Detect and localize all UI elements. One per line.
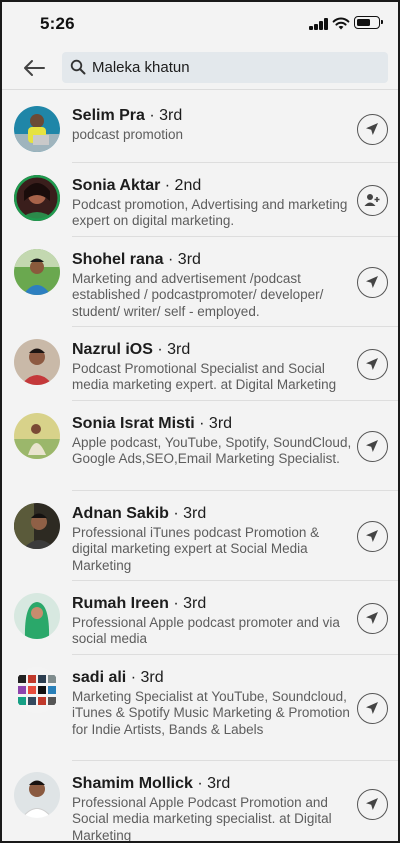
message-button[interactable]: [357, 603, 388, 634]
connection-degree: · 2nd: [160, 177, 202, 194]
send-icon: [366, 276, 378, 288]
message-button[interactable]: [357, 431, 388, 462]
connection-degree: · 3rd: [192, 775, 231, 792]
result-item[interactable]: Selim Pra · 3rd podcast promotion: [2, 91, 398, 163]
connection-degree: · 3rd: [126, 669, 164, 686]
person-name[interactable]: Sonia Aktar: [72, 177, 160, 194]
avatar[interactable]: [14, 339, 60, 385]
person-headline: Podcast Promotional Specialist and Socia…: [72, 361, 337, 393]
search-input[interactable]: [92, 52, 382, 83]
person-name[interactable]: Nazrul iOS: [72, 341, 153, 358]
person-headline: Professional Apple Podcast Promotion and…: [72, 795, 332, 843]
result-item[interactable]: Sonia Aktar · 2nd Podcast promotion, Adv…: [2, 163, 398, 237]
send-icon: [366, 358, 378, 370]
person-headline: Professional Apple podcast promoter and …: [72, 615, 340, 647]
back-arrow-icon[interactable]: [20, 54, 48, 82]
person-headline: podcast promotion: [72, 127, 184, 142]
person-name[interactable]: Shamim Mollick: [72, 775, 193, 792]
result-item[interactable]: sadi ali · 3rd Marketing Specialist at Y…: [2, 655, 398, 761]
connection-degree: · 3rd: [168, 595, 207, 612]
person-headline: Podcast promotion, Advertising and marke…: [72, 197, 348, 229]
status-time: 5:26: [40, 14, 75, 33]
send-icon: [366, 440, 378, 452]
search-icon: [70, 59, 86, 75]
connection-degree: · 3rd: [144, 107, 183, 124]
message-button[interactable]: [357, 349, 388, 380]
send-icon: [366, 612, 378, 624]
avatar[interactable]: [14, 106, 60, 152]
avatar[interactable]: [14, 772, 60, 818]
person-name[interactable]: Shohel rana: [72, 251, 164, 268]
message-button[interactable]: [357, 693, 388, 724]
result-item[interactable]: Sonia Israt Misti · 3rd Apple podcast, Y…: [2, 401, 398, 491]
send-icon: [366, 798, 378, 810]
avatar[interactable]: [14, 249, 60, 295]
send-icon: [366, 702, 378, 714]
message-button[interactable]: [357, 267, 388, 298]
status-bar: 5:26: [2, 2, 398, 46]
message-button[interactable]: [357, 789, 388, 820]
connect-button[interactable]: [357, 185, 388, 216]
result-item[interactable]: Shamim Mollick · 3rd Professional Apple …: [2, 761, 398, 843]
person-name[interactable]: Adnan Sakib: [72, 505, 169, 522]
wifi-icon: [332, 17, 350, 30]
person-headline: Marketing and advertisement /podcast est…: [72, 271, 324, 319]
result-item[interactable]: Nazrul iOS · 3rd Podcast Promotional Spe…: [2, 327, 398, 401]
person-headline: Apple podcast, YouTube, Spotify, SoundCl…: [72, 435, 352, 467]
search-header: [2, 46, 398, 90]
avatar[interactable]: [14, 175, 60, 221]
avatar[interactable]: [14, 667, 60, 713]
battery-icon: [354, 16, 383, 29]
send-icon: [366, 530, 378, 542]
message-button[interactable]: [357, 521, 388, 552]
connection-degree: · 3rd: [152, 341, 191, 358]
result-item[interactable]: Shohel rana · 3rd Marketing and advertis…: [2, 237, 398, 327]
person-headline: Marketing Specialist at YouTube, Soundcl…: [72, 689, 350, 737]
search-field[interactable]: [62, 52, 388, 83]
avatar[interactable]: [14, 503, 60, 549]
send-icon: [366, 123, 378, 135]
avatar[interactable]: [14, 593, 60, 639]
message-button[interactable]: [357, 114, 388, 145]
connection-degree: · 3rd: [168, 505, 207, 522]
cellular-signal-icon: [309, 18, 329, 30]
person-name[interactable]: Rumah Ireen: [72, 595, 169, 612]
connection-degree: · 3rd: [194, 415, 233, 432]
result-item[interactable]: Rumah Ireen · 3rd Professional Apple pod…: [2, 581, 398, 655]
person-name[interactable]: sadi ali: [72, 669, 126, 686]
person-name[interactable]: Selim Pra: [72, 107, 145, 124]
result-item[interactable]: Adnan Sakib · 3rd Professional iTunes po…: [2, 491, 398, 581]
connection-degree: · 3rd: [163, 251, 201, 268]
person-headline: Professional iTunes podcast Promotion & …: [72, 525, 320, 573]
screen: 5:26 Maleka khatun Selim Pra · 3rd podca…: [0, 0, 400, 843]
add-person-icon: [364, 194, 380, 206]
avatar[interactable]: [14, 413, 60, 459]
person-name[interactable]: Sonia Israt Misti: [72, 415, 195, 432]
